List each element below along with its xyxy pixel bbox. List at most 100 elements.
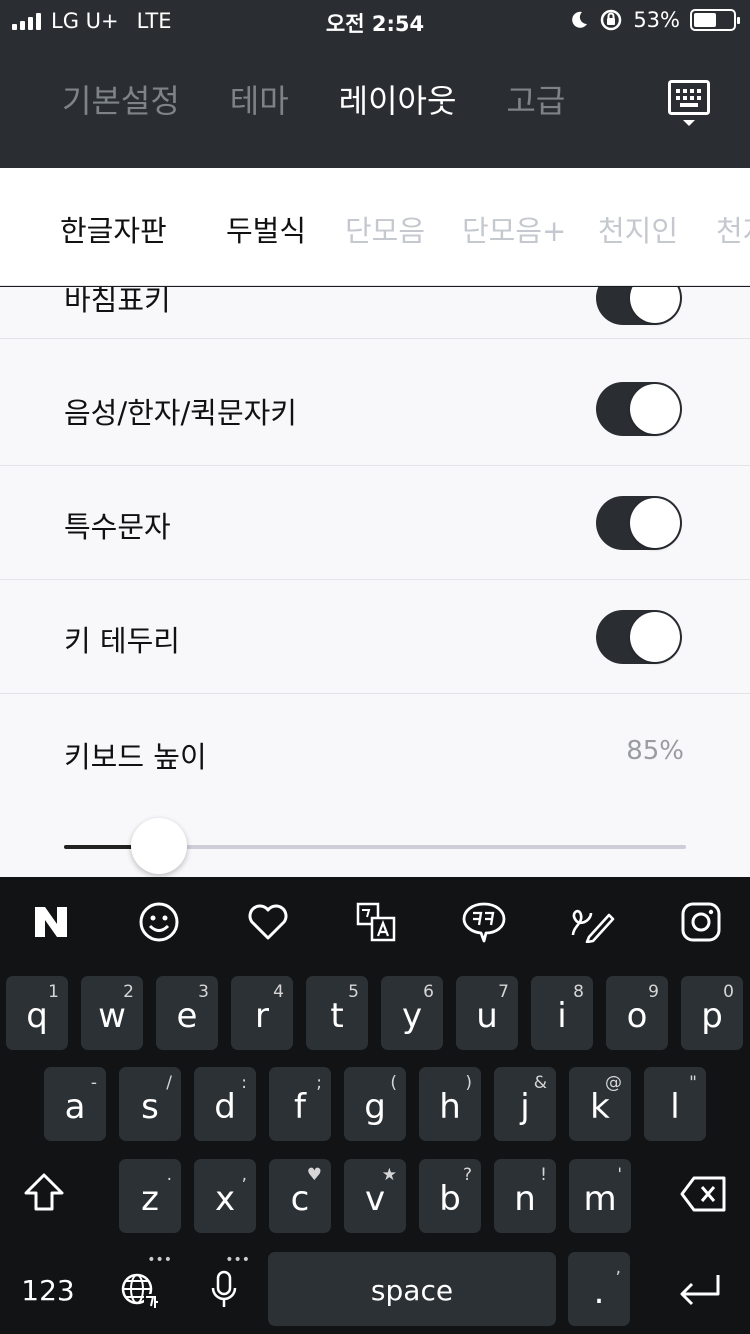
toggle-key-border[interactable] <box>596 610 682 664</box>
key-sublabel: ' <box>617 1165 622 1185</box>
key-p[interactable]: p0 <box>681 976 743 1050</box>
tab-basic[interactable]: 기본설정 <box>62 76 180 122</box>
kk-chat-icon[interactable] <box>461 899 507 945</box>
key-a[interactable]: a- <box>44 1067 106 1141</box>
height-slider[interactable] <box>64 818 686 877</box>
toggle-switch[interactable] <box>596 287 682 325</box>
tab-advanced[interactable]: 고급 <box>506 76 565 122</box>
key-e[interactable]: e3 <box>156 976 218 1050</box>
key-y[interactable]: y6 <box>381 976 443 1050</box>
key-sublabel: 3 <box>198 982 209 1002</box>
key-m[interactable]: m ' <box>569 1159 631 1233</box>
heart-icon[interactable] <box>245 899 291 945</box>
key-label: r <box>255 996 269 1036</box>
globe-key[interactable]: ••• <box>108 1252 178 1326</box>
subtab-dubeolsik[interactable]: 두벌식 <box>226 208 306 250</box>
settings-row: 바침표키 <box>0 287 750 339</box>
top-bar: LG U+ LTE 오전 2:54 53% 기본설정 테마 레이아웃 고급 <box>0 0 750 168</box>
return-key[interactable] <box>664 1252 742 1326</box>
key-x[interactable]: x, <box>194 1159 256 1233</box>
settings-row: 음성/한자/퀵문자키 <box>0 352 750 466</box>
key-h[interactable]: h) <box>419 1067 481 1141</box>
key-l[interactable]: l " <box>644 1067 706 1141</box>
instagram-icon[interactable] <box>678 899 724 945</box>
key-sublabel: 6 <box>423 982 434 1002</box>
subtab-danmoeum-plus[interactable]: 단모음+ <box>462 208 566 250</box>
settings-tabs: 기본설정 테마 레이아웃 고급 <box>62 76 615 122</box>
key-label: c <box>290 1179 310 1219</box>
key-n[interactable]: n! <box>494 1159 556 1233</box>
key-label: k <box>590 1087 610 1127</box>
key-label: u <box>476 996 498 1036</box>
key-g[interactable]: g( <box>344 1067 406 1141</box>
subtab-danmoeum[interactable]: 단모음 <box>345 208 425 250</box>
key-label: m <box>583 1179 617 1219</box>
key-label: j <box>520 1087 530 1127</box>
toggle-voice-hanja-quick[interactable] <box>596 382 682 436</box>
key-label: h <box>439 1087 461 1127</box>
mic-key[interactable]: ••• <box>192 1252 256 1326</box>
key-sublabel: , <box>241 1165 247 1185</box>
backspace-key[interactable] <box>668 1157 742 1231</box>
space-key[interactable]: space <box>268 1252 556 1326</box>
setting-label: 특수문자 <box>64 510 171 544</box>
key-k[interactable]: k @ <box>569 1067 631 1141</box>
key-sublabel: 1 <box>48 982 59 1002</box>
key-v[interactable]: v ★ <box>344 1159 406 1233</box>
key-o[interactable]: o9 <box>606 976 668 1050</box>
key-c[interactable]: c ♥ <box>269 1159 331 1233</box>
settings-list: 바침표키 음성/한자/퀵문자키 특수문자 키 테두리 키보드 높이 85% <box>0 287 750 877</box>
key-b[interactable]: b? <box>419 1159 481 1233</box>
translate-icon[interactable] <box>353 899 399 945</box>
toggle-special-chars[interactable] <box>596 496 682 550</box>
tab-layout[interactable]: 레이아웃 <box>339 76 457 122</box>
subtab-cheonjiin[interactable]: 천지인 <box>598 208 678 250</box>
more-dots-icon: ••• <box>147 1252 172 1268</box>
key-r[interactable]: r4 <box>231 976 293 1050</box>
key-u[interactable]: u7 <box>456 976 518 1050</box>
key-label: d <box>214 1087 236 1127</box>
key-sublabel: 0 <box>723 982 734 1002</box>
numbers-key[interactable]: 123 <box>8 1252 88 1326</box>
keyboard-toolbar <box>0 877 750 967</box>
key-label: w <box>98 996 126 1036</box>
subtab-hangul[interactable]: 한글자판 <box>60 208 167 250</box>
key-sublabel: . <box>166 1165 172 1185</box>
setting-label: 키 테두리 <box>64 624 180 658</box>
shift-key[interactable] <box>8 1157 78 1231</box>
keyboard-icon[interactable] <box>668 80 710 128</box>
setting-label: 바침표키 <box>64 287 171 317</box>
key-f[interactable]: f; <box>269 1067 331 1141</box>
key-sublabel: @ <box>605 1073 622 1093</box>
naver-icon[interactable] <box>28 899 74 945</box>
status-bar: LG U+ LTE 오전 2:54 53% <box>0 0 750 44</box>
key-label: q <box>26 996 48 1036</box>
key-q[interactable]: q1 <box>6 976 68 1050</box>
keyboard-height-setting: 키보드 높이 85% <box>0 694 750 877</box>
subtab-cheonji-cut[interactable]: 천지 <box>716 208 750 250</box>
key-w[interactable]: w2 <box>81 976 143 1050</box>
moon-icon <box>572 11 588 28</box>
space-key-label: space <box>370 1274 454 1307</box>
key-s[interactable]: s / <box>119 1067 181 1141</box>
key-sublabel: / <box>166 1073 172 1093</box>
settings-row: 특수문자 <box>0 466 750 580</box>
key-z[interactable]: z. <box>119 1159 181 1233</box>
height-value: 85% <box>626 736 684 766</box>
toggle-knob <box>630 498 680 548</box>
handwriting-icon[interactable] <box>569 899 615 945</box>
key-label: y <box>401 996 423 1036</box>
layout-subtabs: 한글자판 두벌식 단모음 단모음+ 천지인 천지 <box>0 168 750 286</box>
more-dots-icon: ••• <box>225 1252 250 1268</box>
emoji-icon[interactable] <box>136 899 182 945</box>
tab-theme[interactable]: 테마 <box>230 76 289 122</box>
key-sublabel: 5 <box>348 982 359 1002</box>
slider-thumb[interactable] <box>131 818 187 874</box>
period-key[interactable]: . , <box>568 1252 630 1326</box>
toggle-knob <box>630 612 680 662</box>
key-j[interactable]: j & <box>494 1067 556 1141</box>
key-i[interactable]: i8 <box>531 976 593 1050</box>
key-d[interactable]: d: <box>194 1067 256 1141</box>
key-t[interactable]: t5 <box>306 976 368 1050</box>
key-label: g <box>364 1087 386 1127</box>
